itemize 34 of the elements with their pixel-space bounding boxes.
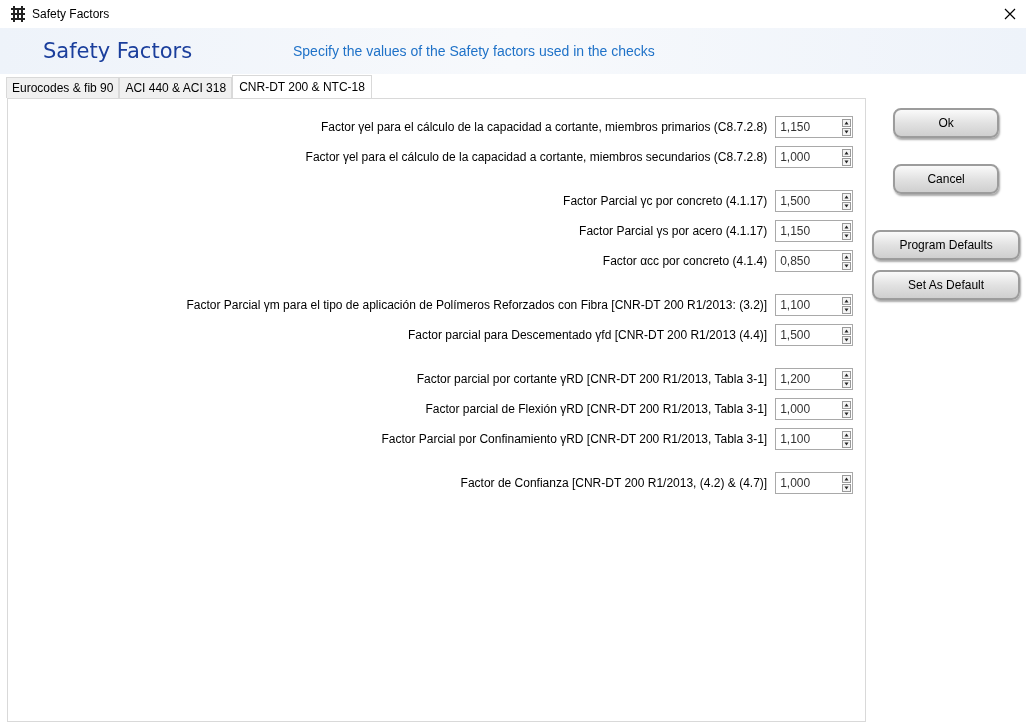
tab[interactable]: ACI 440 & ACI 318 [119, 77, 233, 98]
number-spinner[interactable]: 1,000 [775, 398, 854, 420]
number-spinner[interactable]: 1,100 [775, 294, 854, 316]
dialog-button[interactable]: Set As Default [872, 270, 1021, 300]
field-label: Factor de Confianza [CNR-DT 200 R1/2013, (4.2) & (4.7)] [460, 476, 768, 490]
field-label: Factor Parcial γm para el tipo de aplicación de Polímeros Reforzados con Fibra [CNR-DT 200 R1/2013: (3.2)] [186, 298, 768, 312]
number-spinner[interactable]: 1,150 [775, 116, 854, 138]
field-label: Factor γel para el cálculo de la capacidad a cortante, miembros primarios (C8.7.2.8) [320, 120, 768, 134]
close-icon[interactable] [1004, 8, 1016, 20]
window-title: Safety Factors [32, 7, 110, 21]
number-spinner[interactable]: 0,850 [775, 250, 854, 272]
number-spinner[interactable]: 1,500 [775, 190, 854, 212]
field-label: Factor Parcial γs por acero (4.1.17) [579, 224, 768, 238]
number-spinner[interactable]: 1,500 [775, 324, 854, 346]
dialog-button[interactable]: Ok [893, 108, 1000, 138]
number-spinner[interactable]: 1,000 [775, 472, 854, 494]
tab[interactable]: CNR-DT 200 & NTC-18 [232, 75, 372, 98]
field-label: Factor parcial por cortante γRD [CNR-DT 200 R1/2013, Tabla 3-1] [416, 372, 768, 386]
dialog-heading: Safety Factors [43, 39, 194, 63]
field-label: Factor Parcial γc por concreto (4.1.17) [563, 194, 768, 208]
field-label: Factor γel para el cálculo de la capacidad a cortante, miembros secundarios (C8.7.2.8) [305, 150, 768, 164]
number-spinner[interactable]: 1,150 [775, 220, 854, 242]
dialog-button[interactable]: Cancel [893, 164, 1000, 194]
field-label: Factor parcial de Flexión γRD [CNR-DT 200 R1/2013, Tabla 3-1] [425, 402, 768, 416]
dialog-button[interactable]: Program Defaults [872, 230, 1021, 260]
dialog-subtitle: Specify the values of the Safety factors used in the checks [293, 43, 655, 59]
tab[interactable]: Eurocodes & fib 90 [6, 77, 120, 98]
number-spinner[interactable]: 1,200 [775, 368, 854, 390]
app-icon [10, 6, 26, 22]
number-spinner[interactable]: 1,100 [775, 428, 854, 450]
field-label: Factor αcc por concreto (4.1.4) [602, 254, 768, 268]
field-label: Factor parcial para Descementado γfd [CNR-DT 200 R1/2013 (4.4)] [407, 328, 768, 342]
number-spinner[interactable]: 1,000 [775, 146, 854, 168]
field-label: Factor Parcial por Confinamiento γRD [CNR-DT 200 R1/2013, Tabla 3-1] [381, 432, 768, 446]
